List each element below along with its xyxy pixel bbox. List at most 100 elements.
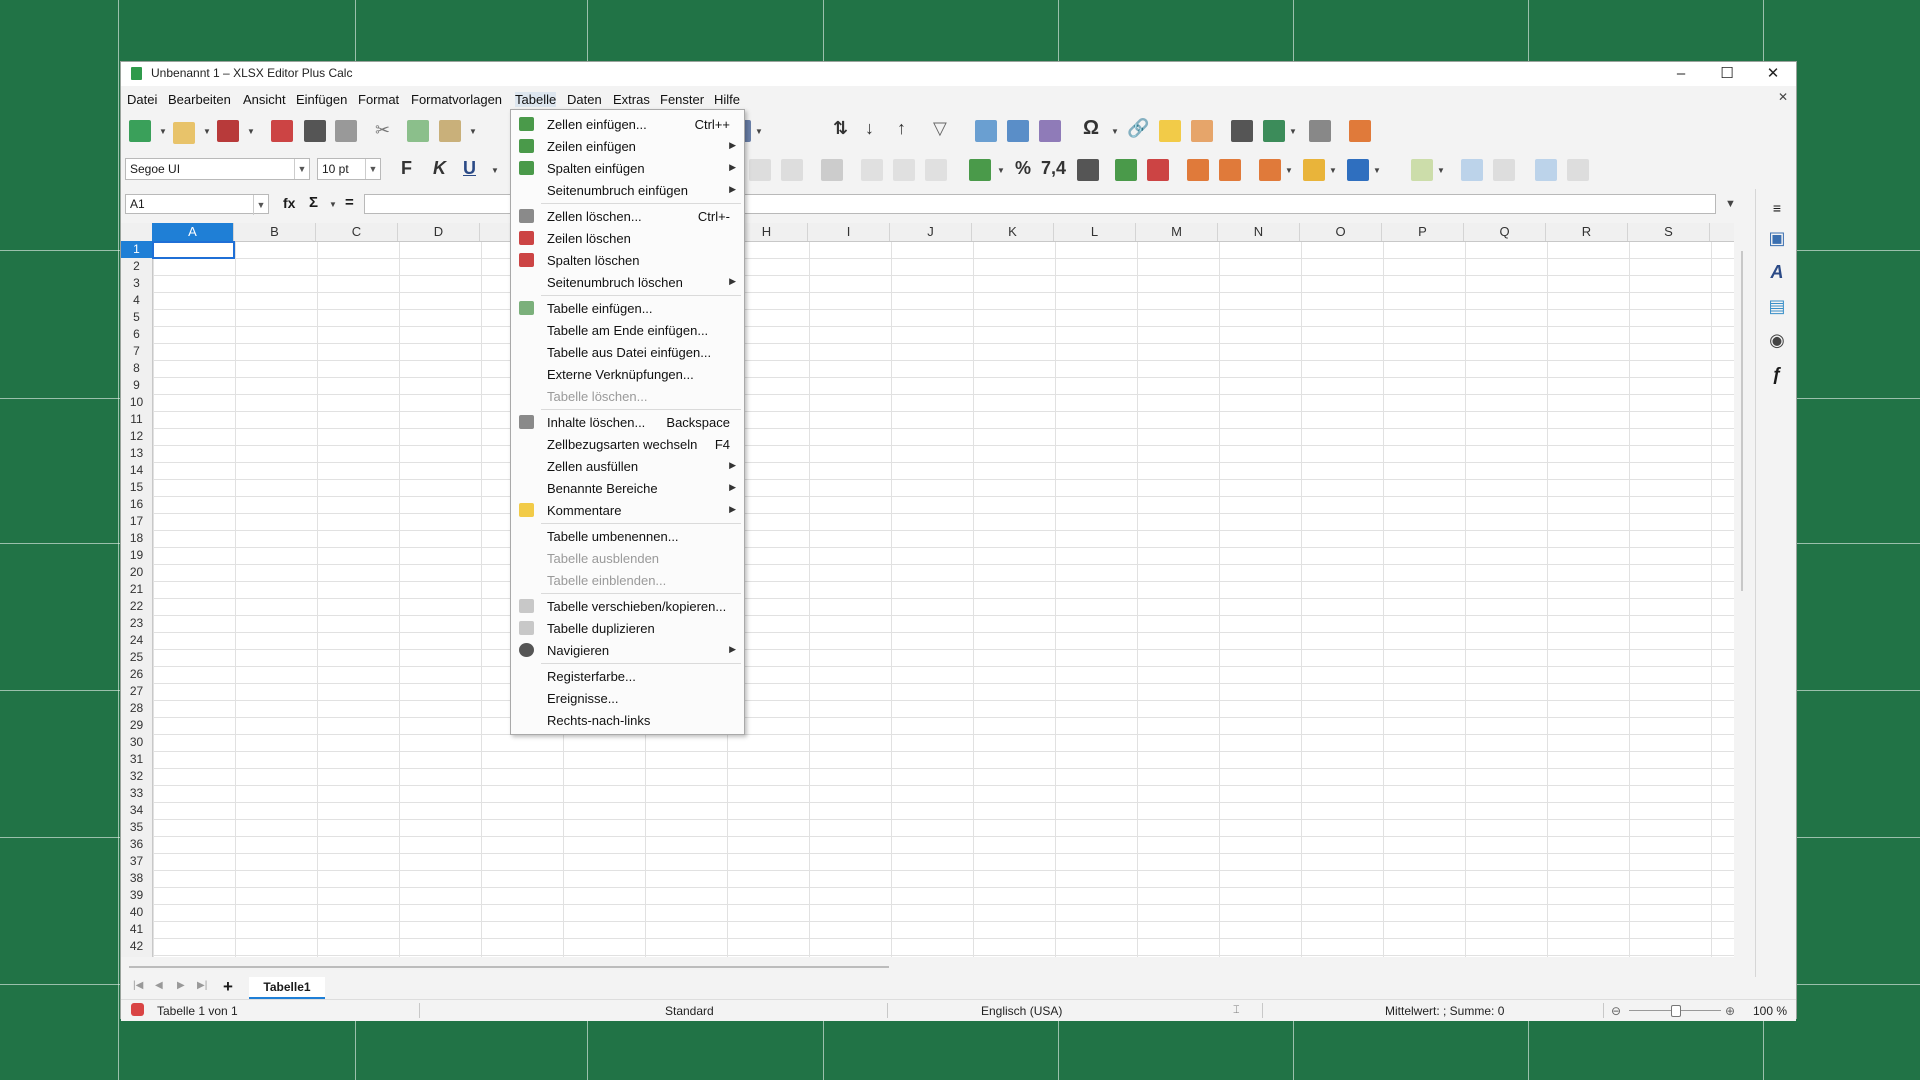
page-style[interactable]: Standard <box>665 1004 714 1018</box>
border-color-icon[interactable] <box>1347 159 1369 181</box>
row-header-31[interactable]: 31 <box>121 751 152 768</box>
row-header-6[interactable]: 6 <box>121 326 152 343</box>
decrease-indent-icon[interactable] <box>1219 159 1241 181</box>
borders-icon[interactable] <box>1259 159 1281 181</box>
sum-icon[interactable]: Σ <box>309 194 318 211</box>
name-box[interactable]: A1 ▼ <box>125 194 269 215</box>
vertical-scrollbar[interactable] <box>1737 223 1749 957</box>
gallery-icon[interactable]: ▤ <box>1766 295 1788 317</box>
menu-item-tabelle-aus-datei-einfügen[interactable]: Tabelle aus Datei einfügen... <box>511 341 744 363</box>
print-preview-icon[interactable] <box>335 120 357 142</box>
hyperlink-icon[interactable]: 🔗 <box>1127 118 1149 139</box>
menu-item-benannte-bereiche[interactable]: Benannte Bereiche ▶ <box>511 477 744 499</box>
close-button[interactable]: ✕ <box>1750 62 1796 86</box>
chevron-down-icon[interactable]: ▼ <box>491 166 499 175</box>
row-header-37[interactable]: 37 <box>121 853 152 870</box>
menu-item-tabelle-duplizieren[interactable]: Tabelle duplizieren <box>511 617 744 639</box>
right-to-left-icon[interactable] <box>1493 159 1515 181</box>
column-header-l[interactable]: L <box>1054 223 1136 241</box>
menu-item-tabelle-umbenennen[interactable]: Tabelle umbenennen... <box>511 525 744 547</box>
menu-item-ereignisse[interactable]: Ereignisse... <box>511 687 744 709</box>
row-header-19[interactable]: 19 <box>121 547 152 564</box>
align-top-icon[interactable] <box>749 159 771 181</box>
row-header-7[interactable]: 7 <box>121 343 152 360</box>
selection-mode-icon[interactable]: ⌶ <box>1233 1004 1240 1017</box>
row-header-42[interactable]: 42 <box>121 938 152 955</box>
formula-icon[interactable]: = <box>345 194 354 211</box>
menu-item-spalten-löschen[interactable]: Spalten löschen <box>511 249 744 271</box>
chevron-down-icon[interactable]: ▼ <box>159 127 167 136</box>
column-header-m[interactable]: M <box>1136 223 1218 241</box>
row-header-14[interactable]: 14 <box>121 462 152 479</box>
background-color-icon[interactable] <box>1303 159 1325 181</box>
row-header-25[interactable]: 25 <box>121 649 152 666</box>
text-direction-vertical-icon[interactable] <box>1567 159 1589 181</box>
menu-item-zeilen-einfügen[interactable]: Zeilen einfügen ▶ <box>511 135 744 157</box>
menu-hilfe[interactable]: Hilfe <box>714 92 740 107</box>
chevron-down-icon[interactable]: ▼ <box>997 166 1005 175</box>
menu-fenster[interactable]: Fenster <box>660 92 704 107</box>
chevron-down-icon[interactable]: ▼ <box>1329 166 1337 175</box>
menu-item-zellbezugsarten-wechseln[interactable]: Zellbezugsarten wechseln F4 <box>511 433 744 455</box>
insert-image-icon[interactable] <box>975 120 997 142</box>
special-character-icon[interactable]: Ω <box>1083 117 1099 140</box>
menu-datei[interactable]: Datei <box>127 92 157 107</box>
row-header-1[interactable]: 1 <box>121 241 152 258</box>
zoom-out-icon[interactable]: ⊖ <box>1611 1004 1621 1018</box>
menu-item-kommentare[interactable]: Kommentare ▶ <box>511 499 744 521</box>
close-document-icon[interactable]: ✕ <box>1778 90 1788 104</box>
sort-ascending-icon[interactable]: ↓ <box>865 118 874 139</box>
split-window-icon[interactable] <box>1309 120 1331 142</box>
show-draw-functions-icon[interactable] <box>1349 120 1371 142</box>
last-sheet-icon[interactable]: ▶| <box>197 980 207 991</box>
column-header-d[interactable]: D <box>398 223 480 241</box>
freeze-rows-columns-icon[interactable] <box>1263 120 1285 142</box>
row-header-5[interactable]: 5 <box>121 309 152 326</box>
menu-tabelle[interactable]: Tabelle <box>515 92 557 107</box>
menu-ansicht[interactable]: Ansicht <box>243 92 286 107</box>
styles-icon[interactable]: A <box>1766 261 1788 283</box>
row-header-10[interactable]: 10 <box>121 394 152 411</box>
menu-item-tabelle-am-ende-einfügen[interactable]: Tabelle am Ende einfügen... <box>511 319 744 341</box>
menu-item-rechts-nach-links[interactable]: Rechts-nach-links <box>511 709 744 731</box>
row-header-22[interactable]: 22 <box>121 598 152 615</box>
copy-icon[interactable] <box>407 120 429 142</box>
row-header-27[interactable]: 27 <box>121 683 152 700</box>
properties-icon[interactable]: ▣ <box>1766 227 1788 249</box>
menu-extras[interactable]: Extras <box>613 92 650 107</box>
italic-button[interactable]: K <box>433 158 446 179</box>
align-bottom-icon[interactable] <box>781 159 803 181</box>
chevron-down-icon[interactable]: ▼ <box>1373 166 1381 175</box>
autofilter-icon[interactable]: ▽ <box>933 118 947 139</box>
export-pdf-icon[interactable] <box>271 120 293 142</box>
menu-item-zellen-löschen[interactable]: Zellen löschen... Ctrl+- <box>511 205 744 227</box>
chevron-down-icon[interactable]: ▼ <box>755 127 763 136</box>
delete-decimal-icon[interactable] <box>1147 159 1169 181</box>
menu-item-tabelle-einfügen[interactable]: Tabelle einfügen... <box>511 297 744 319</box>
menu-item-seitenumbruch-löschen[interactable]: Seitenumbruch löschen ▶ <box>511 271 744 293</box>
row-header-38[interactable]: 38 <box>121 870 152 887</box>
chevron-down-icon[interactable]: ▼ <box>329 200 337 209</box>
insert-chart-icon[interactable] <box>1007 120 1029 142</box>
navigator-icon[interactable]: ◉ <box>1766 329 1788 351</box>
menu-item-zellen-einfügen[interactable]: Zellen einfügen... Ctrl++ <box>511 113 744 135</box>
cut-icon[interactable]: ✂ <box>375 120 390 141</box>
row-header-16[interactable]: 16 <box>121 496 152 513</box>
row-header-36[interactable]: 36 <box>121 836 152 853</box>
sidebar-menu-icon[interactable]: ≡ <box>1766 197 1788 219</box>
expand-formula-bar-icon[interactable]: ▼ <box>1725 198 1736 210</box>
menu-item-zeilen-löschen[interactable]: Zeilen löschen <box>511 227 744 249</box>
active-cell-a1[interactable] <box>152 241 235 259</box>
row-header-39[interactable]: 39 <box>121 887 152 904</box>
sort-descending-icon[interactable]: ↑ <box>897 118 906 139</box>
row-header-13[interactable]: 13 <box>121 445 152 462</box>
print-icon[interactable] <box>304 120 326 142</box>
add-decimal-icon[interactable] <box>1115 159 1137 181</box>
chevron-down-icon[interactable]: ▼ <box>469 127 477 136</box>
add-sheet-button[interactable]: + <box>223 977 233 997</box>
column-header-q[interactable]: Q <box>1464 223 1546 241</box>
row-header-18[interactable]: 18 <box>121 530 152 547</box>
conditional-format-icon[interactable] <box>1411 159 1433 181</box>
chevron-down-icon[interactable]: ▼ <box>1285 166 1293 175</box>
row-header-15[interactable]: 15 <box>121 479 152 496</box>
